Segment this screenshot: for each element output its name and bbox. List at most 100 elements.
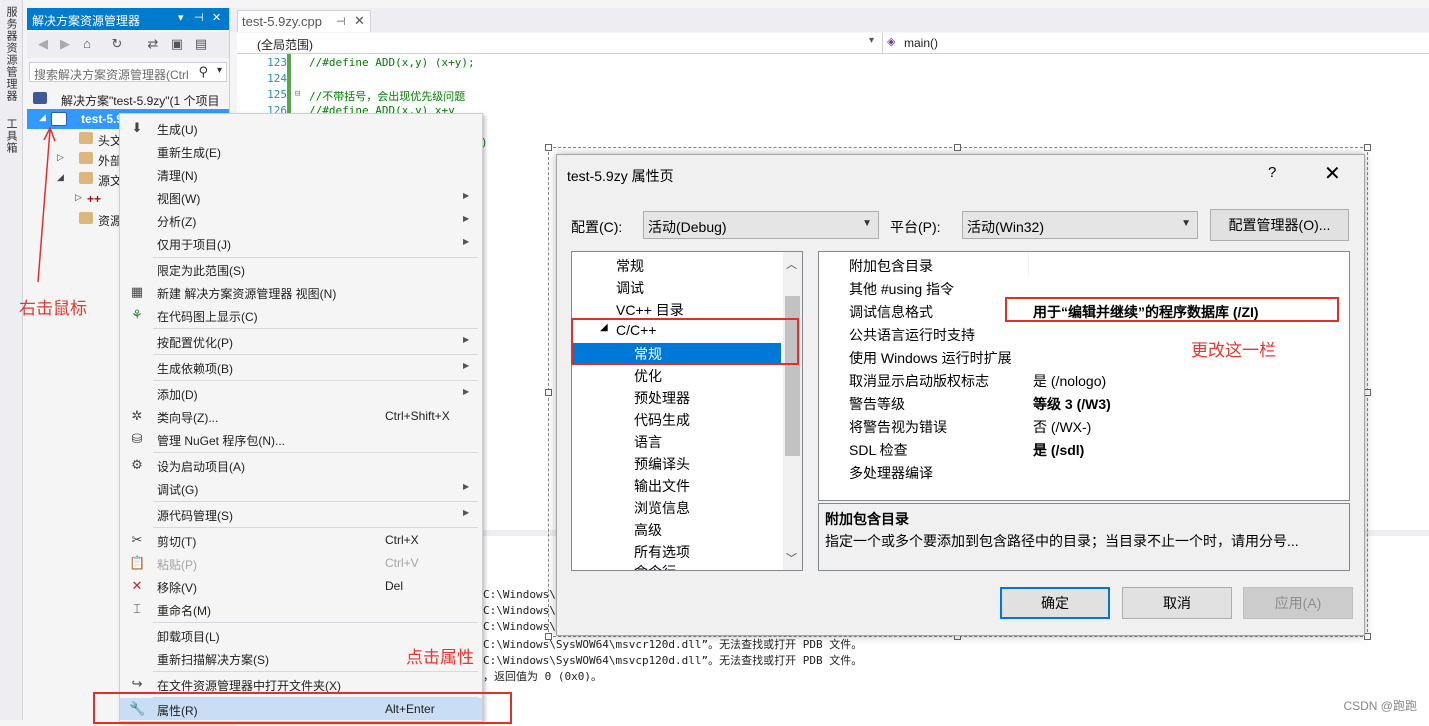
menu-item-nuget[interactable]: ⛁ 管理 NuGet 程序包(N)...	[120, 428, 482, 450]
menu-item-view[interactable]: 视图(W) ▶	[120, 186, 482, 208]
forward-icon[interactable]: ▶	[57, 36, 73, 52]
history-icon[interactable]: ↻	[109, 36, 125, 52]
toolbox-tab[interactable]: 工具箱	[3, 118, 19, 154]
output-line: C:\Windows\	[483, 588, 556, 601]
menu-item-label: 按配置优化(P)	[157, 336, 233, 350]
tree-node[interactable]: 语言	[634, 432, 662, 452]
menu-item-paste[interactable]: 📋 粘贴(P) Ctrl+V	[120, 552, 482, 574]
close-icon[interactable]: ✕	[1324, 161, 1341, 186]
property-value[interactable]: 等级 3 (/W3)	[1033, 394, 1111, 414]
menu-item-new-view[interactable]: ▦ 新建 解决方案资源管理器 视图(N)	[120, 281, 482, 303]
tree-node[interactable]: VC++ 目录	[616, 300, 684, 320]
property-row[interactable]: 取消显示启动版权标志 是 (/nologo)	[819, 368, 1349, 391]
code-map-icon: ⚘	[131, 307, 143, 322]
solution-explorer-title: 解决方案资源管理器	[32, 14, 141, 28]
close-icon[interactable]: ✕	[212, 11, 221, 24]
property-value[interactable]: 否 (/WX-)	[1033, 417, 1091, 437]
submenu-arrow-icon: ▶	[463, 191, 470, 200]
resize-handle[interactable]	[1364, 389, 1371, 396]
chevron-down-icon: ▼	[862, 218, 872, 229]
apply-button[interactable]: 应用(A)	[1243, 587, 1353, 619]
property-name: 警告等级	[849, 396, 905, 412]
scope-dropdown[interactable]: (全局范围)	[257, 36, 313, 53]
dropdown-icon[interactable]: ▾	[178, 11, 184, 24]
tree-node[interactable]: 高级	[634, 520, 662, 540]
menu-item-remove[interactable]: ✕ 移除(V) Del	[120, 575, 482, 597]
config-label: 配置(C):	[571, 219, 623, 235]
server-explorer-tab[interactable]: 服务器资源管理器	[3, 6, 19, 102]
help-button[interactable]: ?	[1268, 164, 1276, 181]
property-name: 使用 Windows 运行时扩展	[849, 350, 1012, 366]
cancel-button[interactable]: 取消	[1122, 587, 1232, 619]
scroll-up-icon[interactable]: ︿	[786, 256, 797, 272]
pin-icon[interactable]: ⊣	[336, 15, 346, 28]
property-value[interactable]: 是 (/sdl)	[1033, 440, 1084, 460]
back-icon[interactable]: ◀	[35, 36, 51, 52]
menu-item-build[interactable]: ⬇ 生成(U)	[120, 117, 482, 139]
chevron-down-icon[interactable]: ▾	[869, 35, 874, 46]
menu-item-analyze[interactable]: 分析(Z) ▶	[120, 209, 482, 231]
tree-node[interactable]: 代码生成	[634, 410, 690, 430]
search-options-icon[interactable]: ▾	[217, 65, 222, 76]
folder-icon	[79, 212, 93, 224]
tree-node[interactable]: 输出文件	[634, 476, 690, 496]
property-row[interactable]: 其他 #using 指令	[819, 276, 1349, 299]
tree-node[interactable]: 预处理器	[634, 388, 690, 408]
menu-item-label: 管理 NuGet 程序包(N)...	[157, 434, 286, 448]
tree-node[interactable]: 优化	[634, 366, 662, 386]
collapse-icon[interactable]: ▣	[169, 36, 185, 52]
property-row[interactable]: 附加包含目录	[819, 253, 1349, 276]
menu-item-cut[interactable]: ✂ 剪切(T) Ctrl+X	[120, 529, 482, 551]
platform-select[interactable]: 活动(Win32) ▼	[962, 211, 1198, 239]
menu-item-rename[interactable]: ⌶ 重命名(M)	[120, 598, 482, 620]
tree-node[interactable]: 预编译头	[634, 454, 690, 474]
left-tool-strip: 服务器资源管理器 工具箱	[0, 0, 23, 720]
menu-item-build-dependencies[interactable]: 生成依赖项(B) ▶	[120, 356, 482, 378]
menu-item-pgo[interactable]: 按配置优化(P) ▶	[120, 330, 482, 352]
menu-item-debug[interactable]: 调试(G) ▶	[120, 477, 482, 499]
property-category-tree[interactable]: 常规 调试 VC++ 目录 ◢ C/C++ 常规 优化 预处理器 代码生成 语言…	[571, 251, 803, 571]
function-dropdown[interactable]: main()	[904, 36, 938, 50]
show-all-files-icon[interactable]: ▤	[193, 36, 209, 52]
property-row[interactable]: SDL 检查 是 (/sdl)	[819, 437, 1349, 460]
menu-item-project-only[interactable]: 仅用于项目(J) ▶	[120, 232, 482, 254]
property-row[interactable]: 将警告视为错误 否 (/WX-)	[819, 414, 1349, 437]
resize-handle[interactable]	[545, 633, 552, 640]
collapsed-arrow-icon[interactable]: ▷	[75, 192, 82, 203]
property-value[interactable]: 是 (/nologo)	[1033, 371, 1106, 391]
resize-handle[interactable]	[1364, 633, 1371, 640]
tree-node[interactable]: 命令行	[634, 562, 676, 570]
tab-test-cpp[interactable]: test-5.9zy.cpp ⊣ ✕	[237, 10, 371, 32]
menu-item-clean[interactable]: 清理(N)	[120, 163, 482, 185]
pin-icon[interactable]: ⊣	[194, 11, 204, 24]
fold-icon[interactable]: ⊟	[295, 89, 300, 99]
resize-handle[interactable]	[545, 144, 552, 151]
menu-item-add[interactable]: 添加(D) ▶	[120, 382, 482, 404]
solution-explorer-search[interactable]: 搜索解决方案资源管理器(Ctrl ⚲ ▾	[29, 62, 227, 82]
tree-node[interactable]: 调试	[616, 278, 644, 298]
property-row[interactable]: 警告等级 等级 3 (/W3)	[819, 391, 1349, 414]
tree-node[interactable]: 常规	[616, 256, 644, 276]
search-icon[interactable]: ⚲	[198, 64, 208, 80]
menu-item-set-startup[interactable]: ⚙ 设为启动项目(A)	[120, 454, 482, 476]
menu-item-scope-to-this[interactable]: 限定为此范围(S)	[120, 258, 482, 280]
tree-node[interactable]: 所有选项	[634, 542, 690, 562]
menu-item-rebuild[interactable]: 重新生成(E)	[120, 140, 482, 162]
resize-handle[interactable]	[545, 389, 552, 396]
line-number: 124	[267, 72, 287, 85]
home-icon[interactable]: ⌂	[79, 36, 95, 52]
menu-item-show-on-code-map[interactable]: ⚘ 在代码图上显示(C)	[120, 304, 482, 326]
config-select[interactable]: 活动(Debug) ▼	[643, 211, 879, 239]
sync-icon[interactable]: ⇄	[145, 36, 161, 52]
scroll-down-icon[interactable]: ﹀	[786, 550, 797, 566]
menu-item-class-wizard[interactable]: ✲ 类向导(Z)... Ctrl+Shift+X	[120, 405, 482, 427]
menu-item-source-control[interactable]: 源代码管理(S) ▶	[120, 503, 482, 525]
config-manager-button[interactable]: 配置管理器(O)...	[1210, 209, 1349, 241]
tree-solution-node[interactable]: 解决方案"test-5.9zy"(1 个项目	[27, 89, 229, 109]
tree-node[interactable]: 浏览信息	[634, 498, 690, 518]
resize-handle[interactable]	[1364, 144, 1371, 151]
ok-button[interactable]: 确定	[1000, 587, 1110, 619]
resize-handle[interactable]	[954, 144, 961, 151]
close-tab-icon[interactable]: ✕	[354, 13, 365, 29]
property-row[interactable]: 多处理器编译	[819, 460, 1349, 483]
